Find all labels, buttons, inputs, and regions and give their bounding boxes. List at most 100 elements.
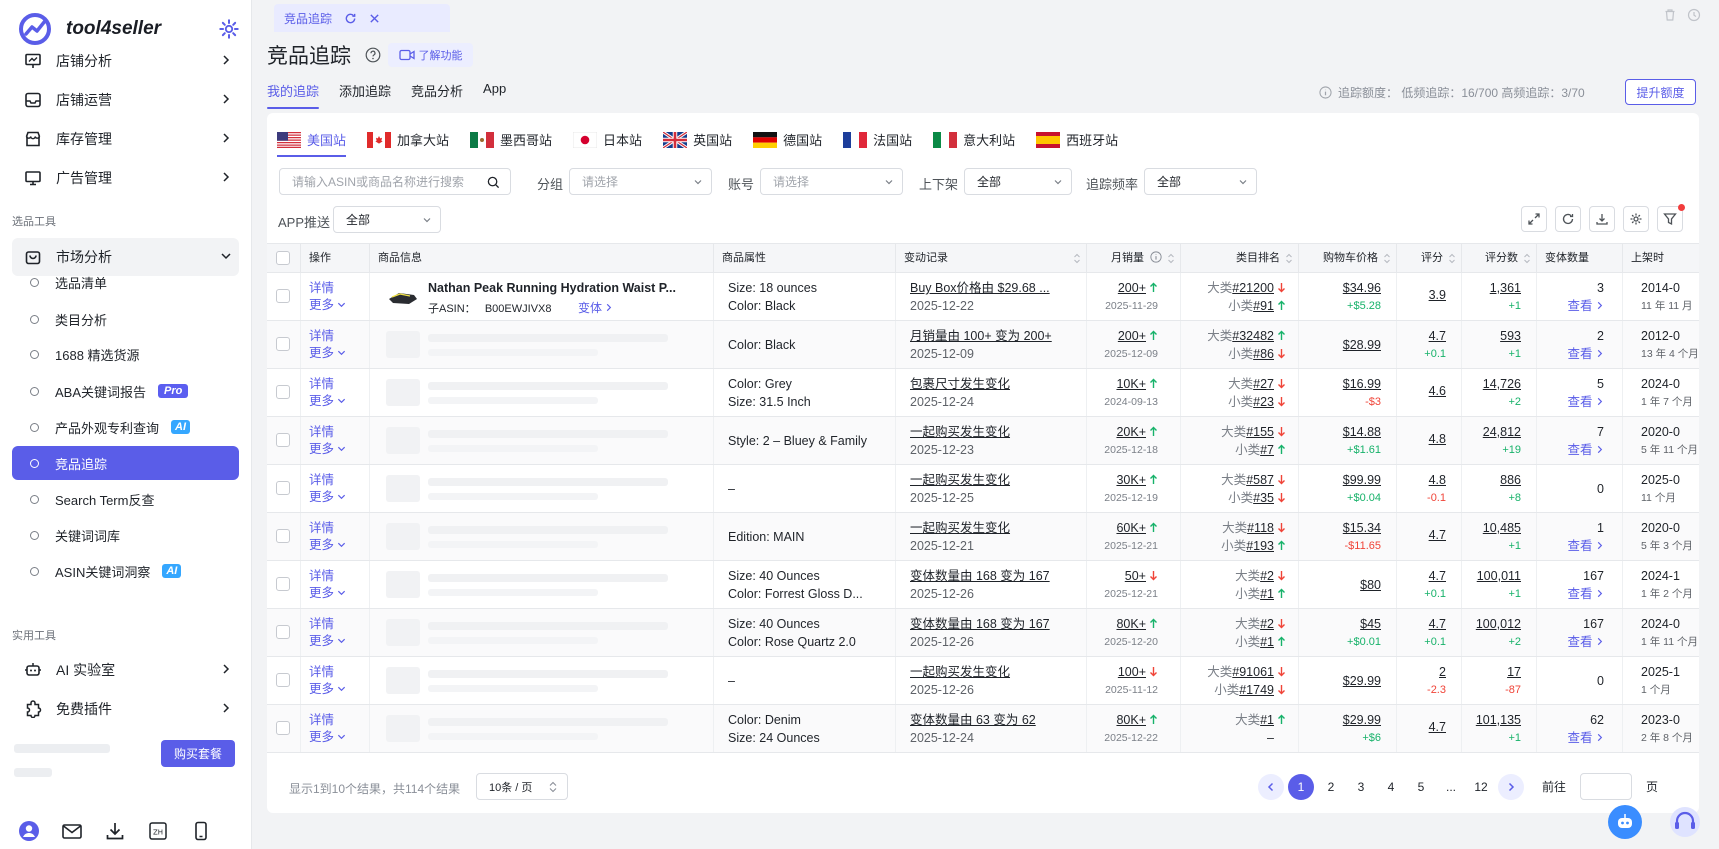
review-count[interactable]: 886: [1462, 471, 1521, 489]
upgrade-quota-button[interactable]: 提升额度: [1625, 79, 1696, 105]
monthly-sales[interactable]: 200+: [1087, 279, 1158, 297]
monthly-sales[interactable]: 50+: [1087, 567, 1158, 585]
product-title[interactable]: Nathan Peak Running Hydration Waist P...: [428, 281, 706, 295]
monthly-sales[interactable]: 60K+: [1087, 519, 1158, 537]
change-record[interactable]: 变体数量由 168 变为 167: [910, 567, 1075, 585]
sort-icon[interactable]: [1524, 253, 1530, 264]
buy-plan-button[interactable]: 购买套餐: [161, 740, 235, 767]
filter-button[interactable]: [1657, 204, 1685, 232]
row-checkbox[interactable]: [276, 673, 290, 687]
page-button[interactable]: 12: [1468, 774, 1494, 800]
column-header[interactable]: 变动记录: [896, 244, 1087, 273]
detail-link[interactable]: 详情: [309, 424, 369, 441]
prev-page-button[interactable]: [1258, 773, 1284, 800]
tab-competitor-tracking[interactable]: 竞品追踪: [274, 4, 450, 32]
product-thumbnail[interactable]: [386, 571, 420, 598]
trash-icon[interactable]: [1663, 8, 1677, 22]
price-value[interactable]: $29.99: [1299, 711, 1381, 729]
more-menu[interactable]: 更多: [309, 441, 369, 458]
site-tab[interactable]: 西班牙站: [1036, 130, 1118, 157]
user-avatar-icon[interactable]: [18, 820, 40, 842]
page-button[interactable]: 3: [1348, 774, 1374, 800]
clock-icon[interactable]: [1687, 8, 1701, 22]
price-value[interactable]: $99.99: [1299, 471, 1381, 489]
table-cell[interactable]: [267, 465, 301, 512]
table-cell[interactable]: [267, 705, 301, 752]
page-button[interactable]: 5: [1408, 774, 1434, 800]
change-record[interactable]: 变体数量由 168 变为 167: [910, 615, 1075, 633]
column-header[interactable]: 购物车价格: [1299, 244, 1397, 273]
sidebar-sub-item[interactable]: 1688 精选货源: [12, 337, 239, 371]
rating-value[interactable]: 4.8: [1397, 432, 1446, 446]
rating-value[interactable]: 4.7: [1397, 327, 1446, 345]
sort-icon[interactable]: [1168, 253, 1174, 264]
rating-value[interactable]: 3.9: [1397, 288, 1446, 302]
view-variants-link[interactable]: 查看: [1537, 537, 1604, 555]
product-thumbnail[interactable]: [386, 427, 420, 454]
monthly-sales[interactable]: 200+: [1087, 327, 1158, 345]
site-tab[interactable]: 意大利站: [933, 130, 1015, 157]
product-thumbnail[interactable]: [386, 523, 420, 550]
site-tab[interactable]: 墨西哥站: [470, 130, 552, 157]
more-menu[interactable]: 更多: [309, 633, 369, 650]
product-thumbnail[interactable]: [386, 283, 420, 310]
rating-value[interactable]: 4.7: [1397, 528, 1446, 542]
price-value[interactable]: $34.96: [1299, 279, 1381, 297]
sidebar-sub-item[interactable]: ASIN关键词洞察 AI: [12, 554, 239, 588]
detail-link[interactable]: 详情: [309, 376, 369, 393]
monthly-sales[interactable]: 80K+: [1087, 615, 1158, 633]
monthly-sales[interactable]: 20K+: [1087, 423, 1158, 441]
site-tab[interactable]: 日本站: [573, 130, 642, 157]
sort-icon[interactable]: [1384, 253, 1390, 264]
monthly-sales[interactable]: 100+: [1087, 663, 1158, 681]
price-value[interactable]: $28.99: [1299, 336, 1381, 354]
page-button[interactable]: 4: [1378, 774, 1404, 800]
page-button[interactable]: 1: [1288, 773, 1314, 800]
site-tab[interactable]: 德国站: [753, 130, 822, 157]
product-thumbnail[interactable]: [386, 475, 420, 502]
view-variants-link[interactable]: 查看: [1537, 729, 1604, 747]
detail-link[interactable]: 详情: [309, 664, 369, 681]
more-menu[interactable]: 更多: [309, 537, 369, 554]
sidebar-sub-item[interactable]: 选品清单: [12, 265, 239, 299]
price-value[interactable]: $15.34: [1299, 519, 1381, 537]
column-header[interactable]: 评分数: [1462, 244, 1537, 273]
review-count[interactable]: 17: [1462, 663, 1521, 681]
price-value[interactable]: $45: [1299, 615, 1381, 633]
more-menu[interactable]: 更多: [309, 489, 369, 506]
subnav-tab[interactable]: App: [483, 81, 506, 109]
review-count[interactable]: 100,012: [1462, 615, 1521, 633]
help-icon[interactable]: [365, 47, 381, 63]
mail-icon[interactable]: [61, 820, 83, 842]
subnav-tab[interactable]: 添加追踪: [339, 81, 391, 109]
app-push-select[interactable]: 全部: [333, 206, 441, 233]
review-count[interactable]: 100,011: [1462, 567, 1521, 585]
change-record[interactable]: 一起购买发生变化: [910, 519, 1075, 537]
subnav-tab[interactable]: 竞品分析: [411, 81, 463, 109]
view-variants-link[interactable]: 查看: [1537, 393, 1604, 411]
change-record[interactable]: 包裹尺寸发生变化: [910, 375, 1075, 393]
detail-link[interactable]: 详情: [309, 280, 369, 297]
column-settings-button[interactable]: [1623, 206, 1649, 232]
row-checkbox[interactable]: [276, 289, 290, 303]
nav-tool-1[interactable]: 免费插件: [24, 697, 236, 721]
rating-value[interactable]: 4.7: [1397, 567, 1446, 585]
column-header[interactable]: 评分: [1397, 244, 1462, 273]
table-cell[interactable]: [267, 273, 301, 320]
rating-value[interactable]: 2: [1397, 663, 1446, 681]
mobile-icon[interactable]: [190, 820, 212, 842]
product-thumbnail[interactable]: [386, 331, 420, 358]
row-checkbox[interactable]: [276, 433, 290, 447]
nav-item-1[interactable]: 店铺运营: [24, 88, 236, 112]
more-menu[interactable]: 更多: [309, 681, 369, 698]
goto-page-input[interactable]: [1580, 773, 1633, 800]
site-tab[interactable]: 加拿大站: [367, 130, 449, 157]
sidebar-sub-item[interactable]: Search Term反查: [12, 482, 239, 516]
view-variants-link[interactable]: 查看: [1537, 633, 1604, 651]
account-select[interactable]: 请选择: [760, 168, 903, 195]
table-cell[interactable]: [267, 561, 301, 608]
subnav-tab[interactable]: 我的追踪: [267, 81, 320, 109]
table-cell[interactable]: [267, 609, 301, 656]
customer-service-icon[interactable]: [1668, 805, 1702, 839]
view-variants-link[interactable]: 查看: [1537, 585, 1604, 603]
